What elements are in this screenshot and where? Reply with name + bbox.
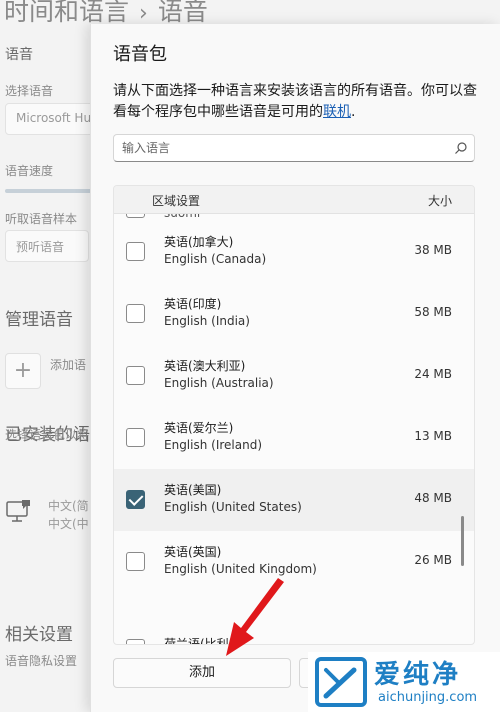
list-item[interactable]: 英语(澳大利亚) English (Australia) 24 MB bbox=[114, 345, 474, 407]
language-name: 英语(澳大利亚) bbox=[164, 359, 246, 373]
related-settings-heading: 相关设置 bbox=[5, 625, 73, 645]
watermark-logo-icon bbox=[315, 657, 367, 707]
voice-packs-dialog: 语音包 请从下面选择一种语言来安装该语言的所有语音。你可以查看每个程序包中哪些语… bbox=[90, 24, 500, 712]
column-header-region: 区域设置 bbox=[152, 194, 201, 208]
online-link[interactable]: 联机 bbox=[323, 104, 351, 120]
preview-voice-button[interactable]: 预听语音 bbox=[5, 230, 89, 262]
pack-size: 24 MB bbox=[414, 367, 452, 381]
sample-label: 听取语音样本 bbox=[5, 212, 78, 226]
language-name: 英语(美国) bbox=[164, 483, 222, 497]
installed-voice-item[interactable]: 中文(简 bbox=[48, 497, 89, 514]
language-english-name: English (United Kingdom) bbox=[164, 562, 317, 576]
pack-size: 38 MB bbox=[414, 243, 452, 257]
add-voice-icon[interactable]: + bbox=[5, 353, 41, 389]
language-name: 英语(加拿大) bbox=[164, 235, 234, 249]
list-header: 区域设置 大小 bbox=[114, 186, 474, 214]
language-english-name: English (United States) bbox=[164, 500, 302, 514]
column-header-size: 大小 bbox=[427, 194, 452, 208]
breadcrumb-item-time-language[interactable]: 时间和语言 bbox=[4, 0, 129, 26]
installed-voice-item[interactable]: 中文(中 bbox=[48, 515, 89, 532]
list-item[interactable]: 英语(加拿大) English (Canada) 38 MB bbox=[114, 221, 474, 283]
pack-size: 58 MB bbox=[414, 305, 452, 319]
watermark: 爱纯净 aichunjing.com bbox=[308, 652, 500, 712]
pack-size: 48 MB bbox=[414, 491, 452, 505]
list-item[interactable]: 英语(印度) English (India) 58 MB bbox=[114, 283, 474, 345]
chevron-right-icon: › bbox=[139, 1, 148, 26]
watermark-url: aichunjing.com bbox=[378, 690, 478, 705]
list-item[interactable]: 英语(美国) English (United States) 48 MB bbox=[114, 469, 474, 531]
manage-voices-heading: 管理语音 bbox=[5, 310, 73, 330]
dialog-description-end: . bbox=[351, 104, 356, 120]
watermark-name: 爱纯净 bbox=[374, 660, 462, 690]
add-button[interactable]: 添加 bbox=[113, 658, 291, 688]
language-search-box[interactable] bbox=[113, 134, 475, 162]
checkbox[interactable] bbox=[126, 552, 145, 571]
checkbox[interactable] bbox=[126, 304, 145, 323]
dialog-title: 语音包 bbox=[113, 44, 167, 65]
list-item[interactable]: 英语(爱尔兰) English (Ireland) 13 MB bbox=[114, 407, 474, 469]
list-item[interactable]: 英语(英国) English (United Kingdom) 26 MB bbox=[114, 531, 474, 593]
language-english-name: English (Canada) bbox=[164, 252, 267, 266]
installed-voices-description: 选择语音包以将 bbox=[5, 428, 90, 442]
language-english-name: English (India) bbox=[164, 314, 250, 328]
list-item-partial: 荷兰语(比利 bbox=[164, 637, 229, 645]
language-english-name: English (Ireland) bbox=[164, 438, 263, 452]
choose-voice-label: 选择语音 bbox=[5, 84, 54, 98]
dialog-description-text: 请从下面选择一种语言来安装该语言的所有语音。你可以查看每个程序包中哪些语音是可用… bbox=[113, 83, 477, 120]
language-english-name: English (Australia) bbox=[164, 376, 274, 390]
pack-size: 13 MB bbox=[414, 429, 452, 443]
voice-privacy-link[interactable]: 语音隐私设置 bbox=[5, 652, 77, 669]
checkbox[interactable] bbox=[126, 242, 145, 261]
pack-size: 26 MB bbox=[414, 553, 452, 567]
search-icon[interactable] bbox=[454, 141, 468, 155]
red-arrow-annotation bbox=[226, 578, 284, 656]
checkbox[interactable] bbox=[126, 490, 145, 509]
scrollbar-thumb[interactable] bbox=[461, 516, 464, 566]
section-voice-heading: 语音 bbox=[5, 47, 33, 63]
language-name: 英语(印度) bbox=[164, 297, 222, 311]
monitor-icon bbox=[6, 500, 30, 522]
dialog-description: 请从下面选择一种语言来安装该语言的所有语音。你可以查看每个程序包中哪些语音是可用… bbox=[113, 81, 481, 123]
breadcrumb-item-voice: 语音 bbox=[157, 0, 208, 26]
checkbox[interactable] bbox=[126, 428, 145, 447]
language-name: 英语(爱尔兰) bbox=[164, 421, 234, 435]
language-search-input[interactable] bbox=[122, 139, 442, 157]
language-name: 英语(英国) bbox=[164, 545, 222, 559]
checkbox[interactable] bbox=[126, 639, 145, 644]
checkbox[interactable] bbox=[126, 366, 145, 385]
voice-pack-list: 区域设置 大小 suomi 英语(加拿大)English (Canada)38 … bbox=[113, 185, 475, 645]
add-voice-text[interactable]: 添加语 bbox=[50, 356, 86, 373]
speed-label: 语音速度 bbox=[5, 164, 54, 178]
